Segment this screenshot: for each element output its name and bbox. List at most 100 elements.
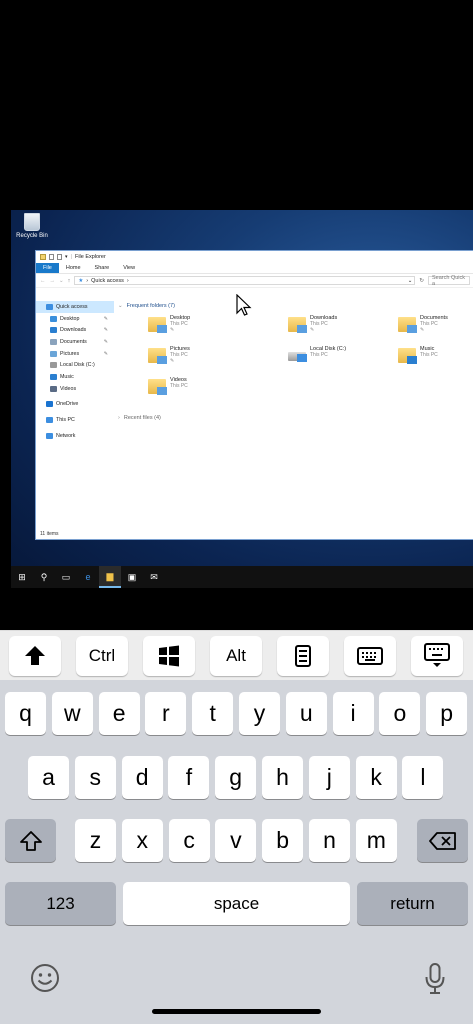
function-keys-button[interactable] <box>277 635 329 676</box>
hide-keyboard-button[interactable] <box>411 635 463 676</box>
store-icon[interactable]: ▣ <box>121 566 143 588</box>
nav-item-pictures[interactable]: Pictures ✎ <box>36 348 114 360</box>
search-icon[interactable]: ⚲ <box>33 566 55 588</box>
alt-key-button[interactable]: Alt <box>210 635 262 676</box>
back-arrow-icon[interactable]: ← <box>40 278 46 284</box>
dictation-button[interactable] <box>424 962 446 996</box>
file-explorer-icon[interactable]: ▆ <box>99 566 121 588</box>
pin-icon[interactable]: ✎ <box>104 339 108 345</box>
key-h[interactable]: h <box>262 756 303 799</box>
nav-item-videos[interactable]: Videos <box>36 383 114 395</box>
edge-icon[interactable]: e <box>77 566 99 588</box>
pin-icon[interactable]: ✎ <box>170 358 190 364</box>
numbers-key[interactable]: 123 <box>5 882 116 925</box>
recent-files-group[interactable]: › Recent files (4) <box>118 413 161 423</box>
home-indicator[interactable] <box>152 1009 321 1014</box>
ribbon-tab-view[interactable]: View <box>116 263 142 273</box>
ribbon-tab-file[interactable]: File <box>36 263 59 273</box>
customize-toolbar-icon[interactable]: ▾ <box>65 254 68 260</box>
task-view-icon[interactable]: ▭ <box>55 566 77 588</box>
key-b[interactable]: b <box>262 819 304 862</box>
nav-item-network[interactable]: Network <box>36 430 114 442</box>
shift-key[interactable] <box>5 819 56 862</box>
folder-music[interactable]: Music This PC <box>398 346 438 364</box>
nav-item-documents[interactable]: Documents ✎ <box>36 336 114 348</box>
shift-key-button[interactable] <box>9 635 61 676</box>
nav-item-label: This PC <box>56 417 75 424</box>
pin-icon[interactable]: ✎ <box>104 351 108 357</box>
key-z[interactable]: z <box>75 819 116 862</box>
new-folder-icon[interactable] <box>57 254 62 260</box>
key-i[interactable]: i <box>332 692 374 735</box>
key-v[interactable]: v <box>215 819 257 862</box>
dropdown-icon[interactable]: ⌄ <box>408 278 415 284</box>
properties-icon[interactable] <box>49 254 54 260</box>
pin-icon[interactable]: ✎ <box>104 316 108 322</box>
key-u[interactable]: u <box>285 692 327 735</box>
key-o[interactable]: o <box>379 692 421 735</box>
key-j[interactable]: j <box>308 756 350 799</box>
nav-item-local-disk-c[interactable]: Local Disk (C:) <box>36 359 114 371</box>
folder-local-disk-c[interactable]: Local Disk (C:) This PC <box>288 346 346 362</box>
address-bar[interactable]: ★ › Quick access › ⌄ <box>74 276 416 285</box>
recycle-bin[interactable]: Recycle Bin <box>14 213 50 239</box>
key-k[interactable]: k <box>355 756 397 799</box>
folder-downloads[interactable]: Downloads This PC ✎ <box>288 315 337 333</box>
nav-item-downloads[interactable]: Downloads ✎ <box>36 324 114 336</box>
title-bar[interactable]: ▾ | File Explorer <box>36 251 473 263</box>
return-key[interactable]: return <box>357 882 468 925</box>
folder-location: This PC <box>420 352 438 358</box>
pin-icon[interactable]: ✎ <box>310 327 337 333</box>
ribbon-tab-share[interactable]: Share <box>88 263 117 273</box>
up-arrow-icon[interactable]: ↑ <box>68 278 71 284</box>
recent-locations-icon[interactable]: ⌄ <box>59 278 64 284</box>
frequent-folders-group[interactable]: ⌄ Frequent folders (7) <box>118 301 473 311</box>
windows-key-button[interactable] <box>143 635 195 676</box>
nav-item-quick-access[interactable]: Quick access <box>36 301 114 313</box>
mail-icon[interactable]: ✉ <box>143 566 165 588</box>
key-y[interactable]: y <box>239 692 280 735</box>
folder-desktop[interactable]: Desktop This PC ✎ <box>148 315 190 333</box>
key-q[interactable]: q <box>5 692 46 735</box>
key-n[interactable]: n <box>309 819 350 862</box>
key-m[interactable]: m <box>355 819 397 862</box>
start-icon[interactable]: ⊞ <box>11 566 33 588</box>
file-explorer-window[interactable]: ▾ | File Explorer File Home Share View ← → … <box>35 250 473 540</box>
folder-pictures[interactable]: Pictures This PC ✎ <box>148 346 190 364</box>
key-s[interactable]: s <box>74 756 116 799</box>
key-w[interactable]: w <box>51 692 93 735</box>
key-f[interactable]: f <box>168 756 210 799</box>
space-key[interactable]: space <box>123 882 350 925</box>
key-l[interactable]: l <box>402 756 444 799</box>
key-t[interactable]: t <box>192 692 234 735</box>
refresh-icon[interactable]: ↻ <box>419 278 424 284</box>
forward-arrow-icon[interactable]: → <box>50 278 56 284</box>
pin-icon[interactable]: ✎ <box>420 327 448 333</box>
folder-documents[interactable]: Documents This PC ✎ <box>398 315 448 333</box>
pin-icon[interactable]: ✎ <box>104 327 108 333</box>
nav-item-music[interactable]: Music <box>36 371 114 383</box>
ribbon-tab-home[interactable]: Home <box>59 263 88 273</box>
breadcrumb[interactable]: Quick access <box>91 278 124 284</box>
status-bar: 11 items <box>40 531 59 537</box>
search-input[interactable]: Search Quick a <box>428 275 470 287</box>
key-g[interactable]: g <box>215 756 257 799</box>
ctrl-key-button[interactable]: Ctrl <box>76 635 128 676</box>
key-x[interactable]: x <box>121 819 163 862</box>
key-c[interactable]: c <box>168 819 210 862</box>
keyboard-button[interactable] <box>344 635 396 676</box>
key-e[interactable]: e <box>98 692 140 735</box>
nav-item-onedrive[interactable]: OneDrive <box>36 399 114 411</box>
key-p[interactable]: p <box>426 692 468 735</box>
backspace-key[interactable] <box>417 819 468 862</box>
recycle-bin-icon <box>24 213 40 231</box>
remote-desktop[interactable]: Recycle Bin ▾ | File Explorer File Home Sh… <box>11 210 473 588</box>
key-d[interactable]: d <box>121 756 163 799</box>
emoji-button[interactable] <box>29 962 61 994</box>
folder-videos[interactable]: Videos This PC <box>148 377 188 395</box>
nav-item-this-pc[interactable]: This PC <box>36 414 114 426</box>
key-r[interactable]: r <box>145 692 187 735</box>
key-a[interactable]: a <box>28 756 69 799</box>
nav-item-desktop[interactable]: Desktop ✎ <box>36 313 114 325</box>
pin-icon[interactable]: ✎ <box>170 327 190 333</box>
